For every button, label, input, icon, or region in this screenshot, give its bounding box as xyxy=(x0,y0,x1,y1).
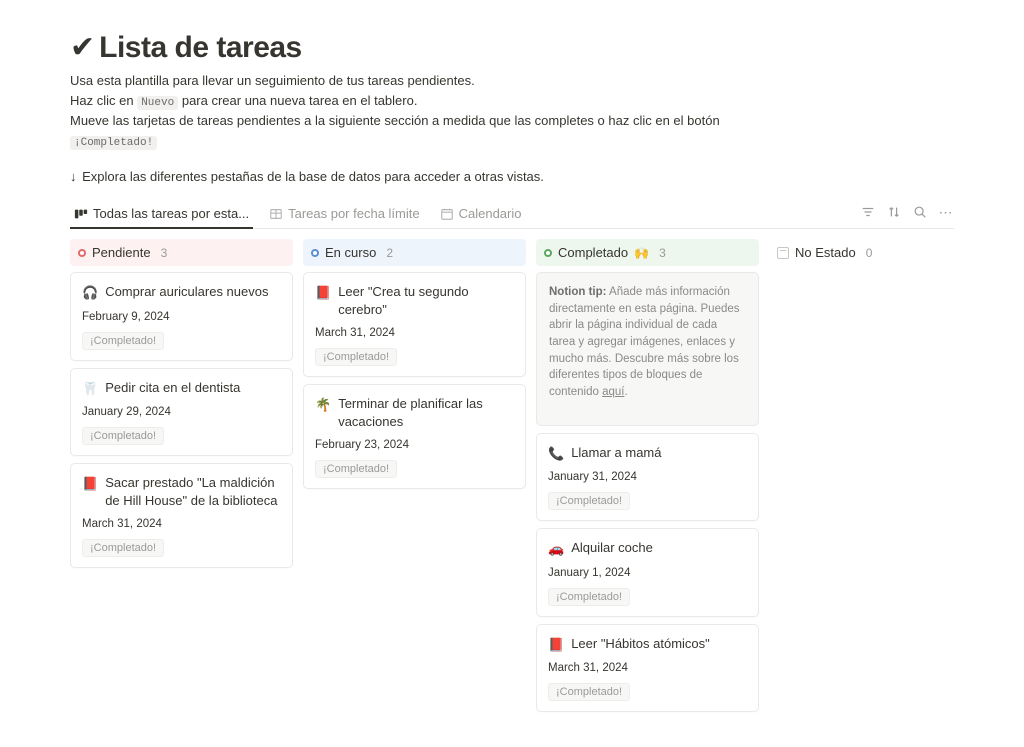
card-title: Sacar prestado "La maldición de Hill Hou… xyxy=(105,474,281,509)
card-title: Comprar auriculares nuevos xyxy=(105,283,268,301)
tab-label: Calendario xyxy=(459,206,522,221)
column-header-no-state[interactable]: No Estado 0 xyxy=(769,239,992,266)
task-card[interactable]: 📕 Sacar prestado "La maldición de Hill H… xyxy=(70,463,293,568)
card-title: Alquilar coche xyxy=(571,539,653,557)
text: para crear una nueva tarea en el tablero… xyxy=(182,93,418,108)
tab-label: Tareas por fecha límite xyxy=(288,206,420,221)
column-name: Completado xyxy=(558,245,628,260)
task-card[interactable]: 🚗 Alquilar coche January 1, 2024 ¡Comple… xyxy=(536,528,759,617)
description-line-2: Haz clic en Nuevo para crear una nueva t… xyxy=(70,91,954,112)
task-card[interactable]: 🌴 Terminar de planificar las vacaciones … xyxy=(303,384,526,489)
page-title-text: Lista de tareas xyxy=(99,31,302,65)
card-date: January 1, 2024 xyxy=(548,567,747,579)
card-date: February 23, 2024 xyxy=(315,439,514,451)
complete-button[interactable]: ¡Completado! xyxy=(315,460,397,478)
card-date: January 29, 2024 xyxy=(82,406,281,418)
book-icon: 📕 xyxy=(548,636,564,654)
tab-calendar[interactable]: Calendario xyxy=(436,200,526,229)
celebrate-icon: 🙌 xyxy=(634,246,649,260)
column-count: 3 xyxy=(161,246,168,260)
card-title: Terminar de planificar las vacaciones xyxy=(338,395,514,430)
task-card[interactable]: 📞 Llamar a mamá January 31, 2024 ¡Comple… xyxy=(536,433,759,522)
checkmark-icon: ✔ xyxy=(70,30,95,65)
card-title: Leer "Hábitos atómicos" xyxy=(571,635,710,653)
column-header-pending[interactable]: Pendiente 3 xyxy=(70,239,293,266)
completed-code-label: ¡Completado! xyxy=(70,136,157,150)
complete-button[interactable]: ¡Completado! xyxy=(548,683,630,701)
task-card[interactable]: 📕 Leer "Crea tu segundo cerebro" March 3… xyxy=(303,272,526,377)
notion-tip-card: Notion tip: Añade más información direct… xyxy=(536,272,759,426)
page-title: ✔ Lista de tareas xyxy=(70,30,954,65)
tab-label: Todas las tareas por esta... xyxy=(93,206,249,221)
text: . xyxy=(624,386,627,398)
column-name: En curso xyxy=(325,245,376,260)
complete-button[interactable]: ¡Completado! xyxy=(82,539,164,557)
column-count: 3 xyxy=(659,246,666,260)
down-arrow-icon: ↓ xyxy=(70,169,77,184)
palm-tree-icon: 🌴 xyxy=(315,396,331,414)
card-title: Leer "Crea tu segundo cerebro" xyxy=(338,283,514,318)
complete-button[interactable]: ¡Completado! xyxy=(548,588,630,606)
description-line-3: Mueve las tarjetas de tareas pendientes … xyxy=(70,111,954,131)
column-count: 0 xyxy=(866,246,873,260)
description-bottom: ↓ Explora las diferentes pestañas de la … xyxy=(70,169,954,184)
tip-link[interactable]: aquí xyxy=(602,386,624,398)
description-line-1: Usa esta plantilla para llevar un seguim… xyxy=(70,71,954,91)
car-icon: 🚗 xyxy=(548,540,564,558)
book-icon: 📕 xyxy=(315,284,331,302)
view-tabs: Todas las tareas por esta... Tareas por … xyxy=(70,200,860,228)
task-card[interactable]: 🦷 Pedir cita en el dentista January 29, … xyxy=(70,368,293,457)
card-date: March 31, 2024 xyxy=(548,662,747,674)
column-name: Pendiente xyxy=(92,245,151,260)
task-card[interactable]: 📕 Leer "Hábitos atómicos" March 31, 2024… xyxy=(536,624,759,713)
column-header-in-progress[interactable]: En curso 2 xyxy=(303,239,526,266)
headphones-icon: 🎧 xyxy=(82,284,98,302)
new-code-label: Nuevo xyxy=(137,96,178,110)
card-date: February 9, 2024 xyxy=(82,311,281,323)
phone-icon: 📞 xyxy=(548,445,564,463)
empty-state-icon xyxy=(777,247,789,259)
status-dot-icon xyxy=(311,249,319,257)
card-date: January 31, 2024 xyxy=(548,471,747,483)
board-icon xyxy=(74,207,88,221)
column-name: No Estado xyxy=(795,245,856,260)
card-title: Pedir cita en el dentista xyxy=(105,379,240,397)
card-date: March 31, 2024 xyxy=(82,518,281,530)
text: Explora las diferentes pestañas de la ba… xyxy=(82,169,544,184)
tip-label: Notion tip: xyxy=(549,286,606,298)
tab-by-due-date[interactable]: Tareas por fecha límite xyxy=(265,200,424,229)
calendar-icon xyxy=(440,207,454,221)
complete-button[interactable]: ¡Completado! xyxy=(82,427,164,445)
tooth-icon: 🦷 xyxy=(82,380,98,398)
more-icon[interactable]: ⋯ xyxy=(938,204,954,220)
sort-icon[interactable] xyxy=(886,204,902,220)
book-icon: 📕 xyxy=(82,475,98,493)
column-in-progress: En curso 2 📕 Leer "Crea tu segundo cereb… xyxy=(303,239,526,496)
search-icon[interactable] xyxy=(912,204,928,220)
card-title: Llamar a mamá xyxy=(571,444,661,462)
complete-button[interactable]: ¡Completado! xyxy=(315,348,397,366)
table-icon xyxy=(269,207,283,221)
status-dot-icon xyxy=(544,249,552,257)
card-date: March 31, 2024 xyxy=(315,327,514,339)
column-no-state: No Estado 0 xyxy=(769,239,992,272)
task-card[interactable]: 🎧 Comprar auriculares nuevos February 9,… xyxy=(70,272,293,361)
complete-button[interactable]: ¡Completado! xyxy=(548,492,630,510)
tab-all-tasks[interactable]: Todas las tareas por esta... xyxy=(70,200,253,229)
column-completed: Completado 🙌 3 Notion tip: Añade más inf… xyxy=(536,239,759,719)
text: Haz clic en xyxy=(70,93,134,108)
column-header-completed[interactable]: Completado 🙌 3 xyxy=(536,239,759,266)
column-count: 2 xyxy=(386,246,393,260)
tip-body: Añade más información directamente en es… xyxy=(549,286,740,398)
kanban-board: Pendiente 3 🎧 Comprar auriculares nuevos… xyxy=(70,239,954,719)
filter-icon[interactable] xyxy=(860,204,876,220)
complete-button[interactable]: ¡Completado! xyxy=(82,332,164,350)
column-pending: Pendiente 3 🎧 Comprar auriculares nuevos… xyxy=(70,239,293,575)
status-dot-icon xyxy=(78,249,86,257)
